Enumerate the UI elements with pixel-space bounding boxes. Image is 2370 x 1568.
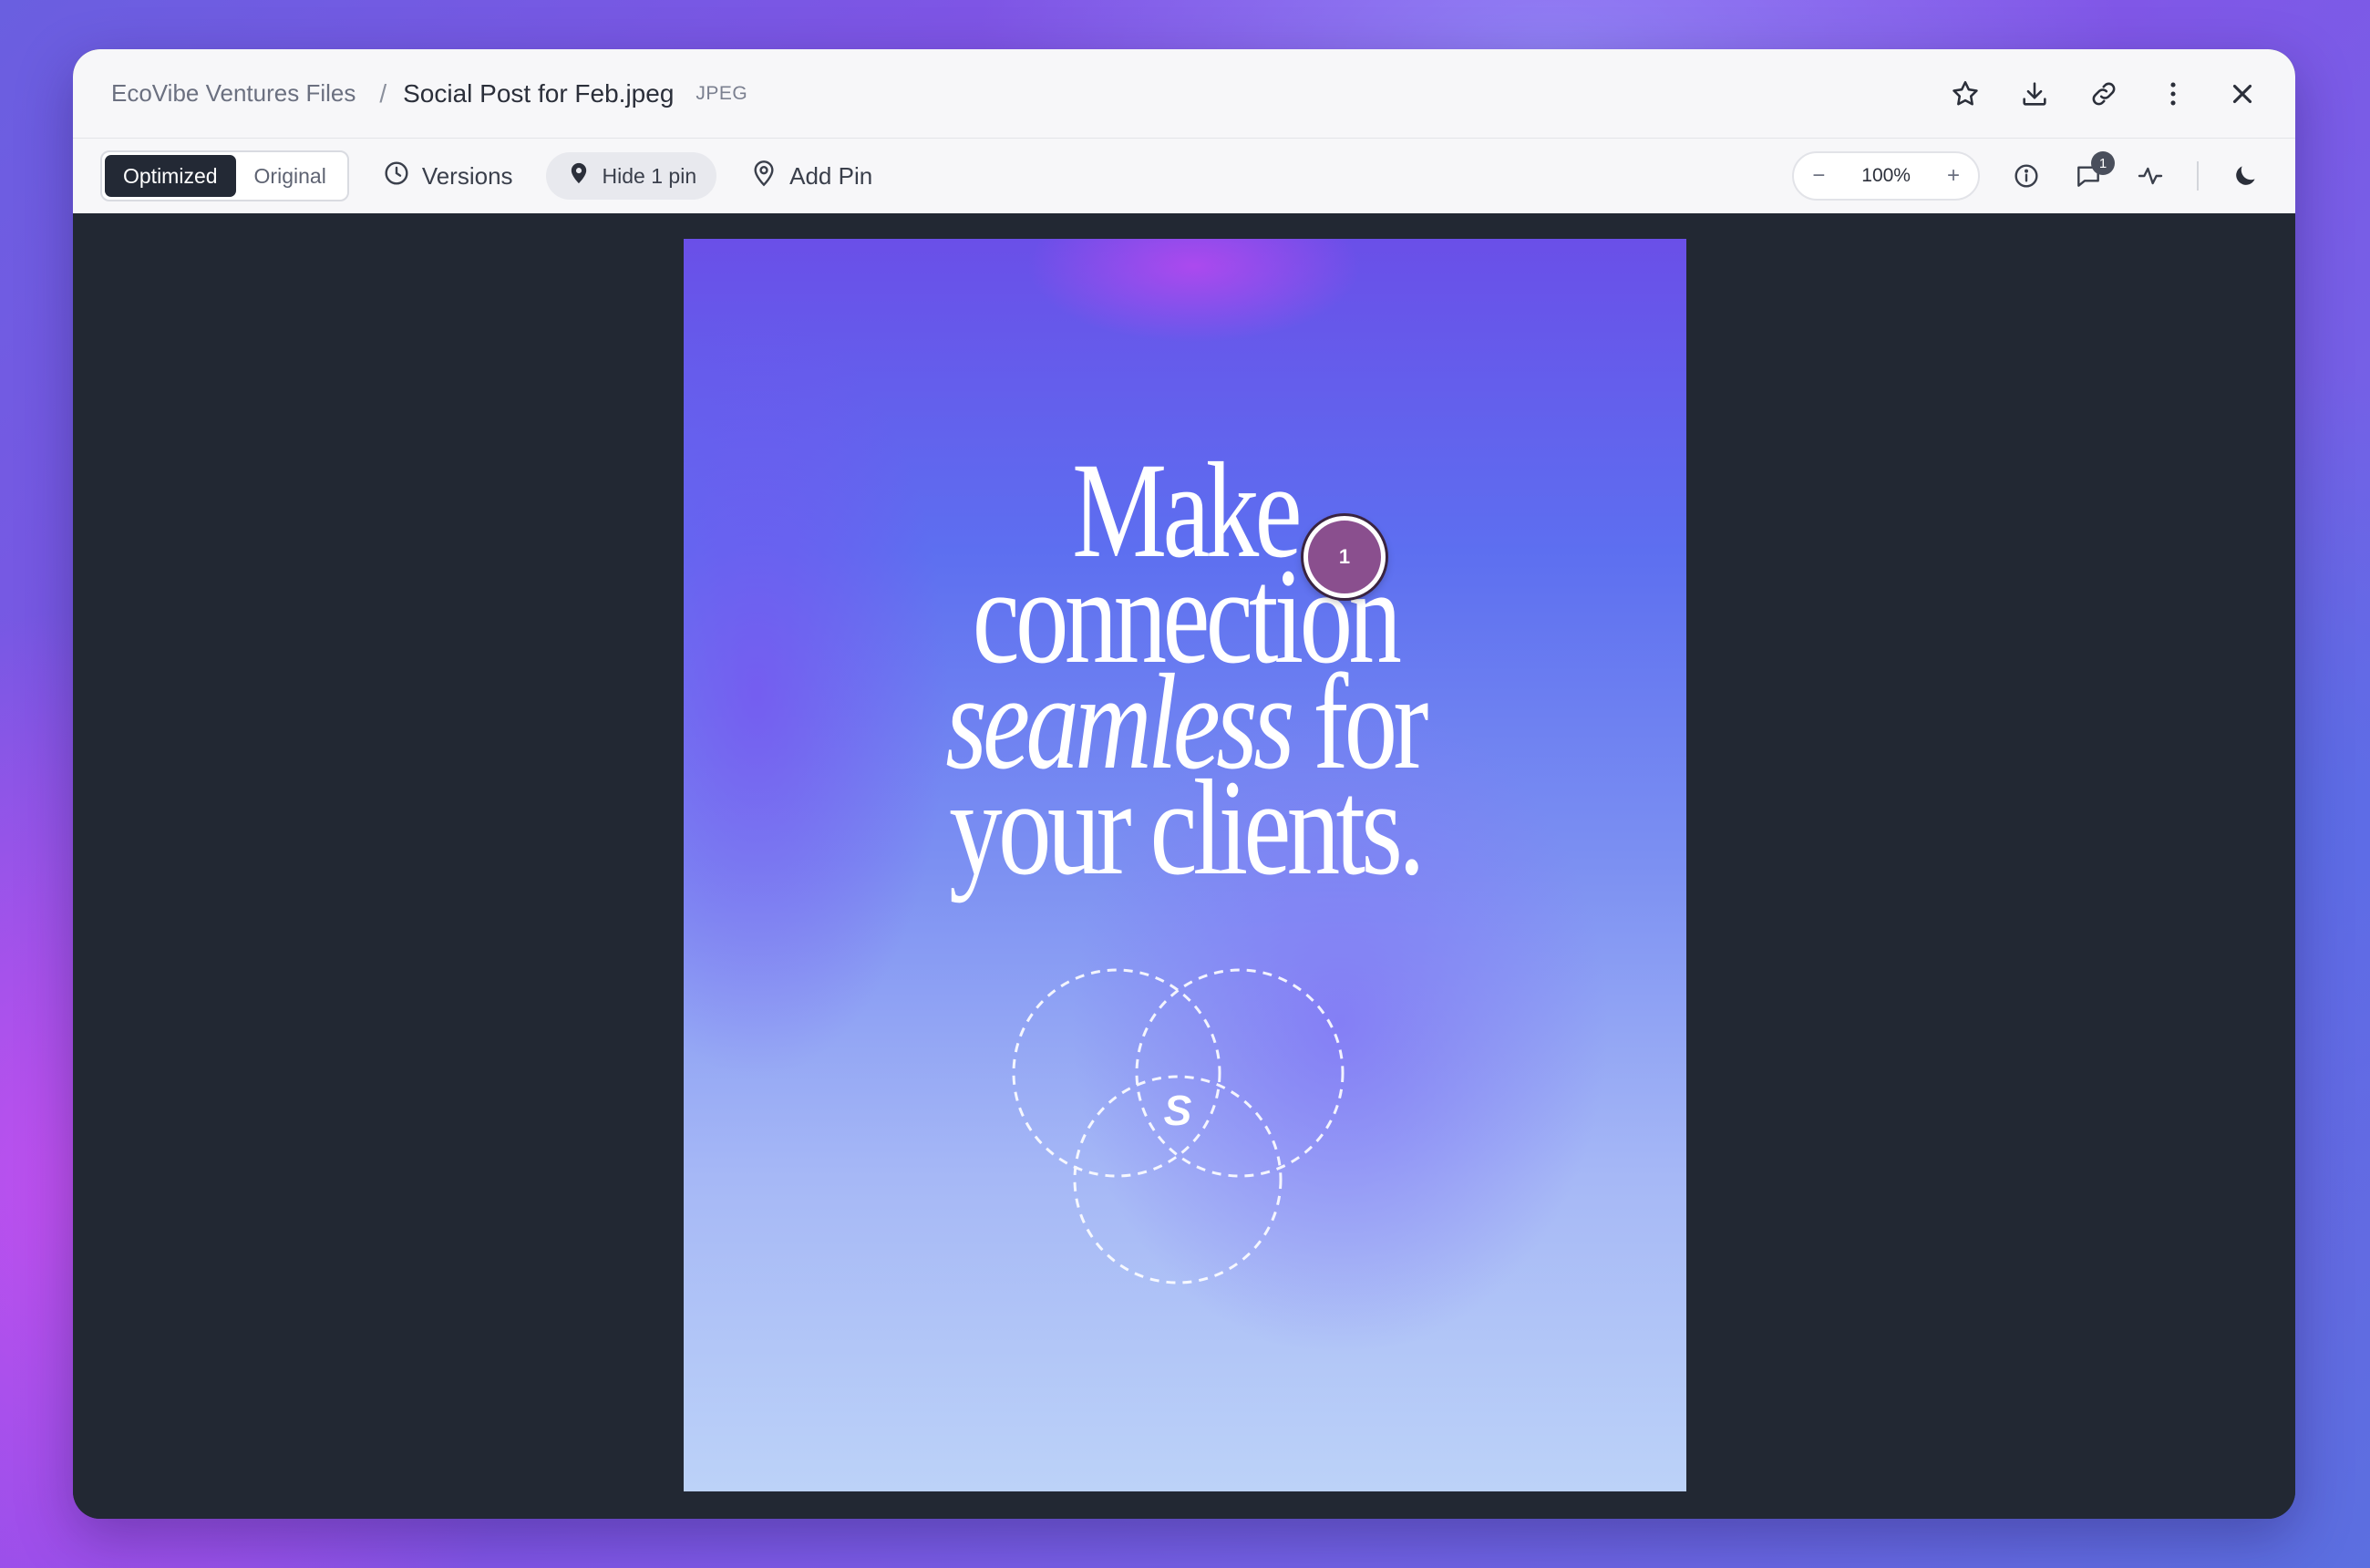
annotation-pin[interactable]: 1	[1304, 516, 1386, 598]
zoom-in-button[interactable]: +	[1947, 163, 1960, 189]
pin-filled-icon	[566, 160, 592, 191]
link-icon[interactable]	[2087, 77, 2120, 110]
artwork-headline: Make connection seamless for your client…	[794, 442, 1576, 903]
clock-icon	[382, 159, 411, 194]
comment-icon[interactable]: 1	[2073, 151, 2115, 191]
view-mode-toggle: Optimized Original	[100, 150, 349, 201]
zoom-control: − 100% +	[1792, 151, 1980, 201]
star-icon[interactable]	[1949, 77, 1982, 110]
moon-icon[interactable]	[2230, 160, 2261, 191]
close-icon[interactable]	[2226, 77, 2259, 110]
versions-button[interactable]: Versions	[382, 159, 513, 194]
zoom-out-button[interactable]: −	[1812, 163, 1825, 189]
venn-circles-graphic: S	[1012, 968, 1345, 1284]
toolbar-divider	[2197, 161, 2199, 191]
download-icon[interactable]	[2018, 77, 2051, 110]
file-name: Social Post for Feb.jpeg	[403, 78, 675, 108]
comment-count-badge: 1	[2091, 151, 2115, 175]
breadcrumb-root[interactable]: EcoVibe Ventures Files	[111, 79, 356, 108]
title-actions	[1949, 49, 2259, 139]
preview-canvas[interactable]: Make connection seamless for your client…	[73, 213, 2295, 1519]
versions-label: Versions	[421, 161, 513, 190]
breadcrumb-separator: /	[379, 78, 387, 108]
pin-outline-icon	[749, 159, 778, 194]
file-type-badge: JPEG	[696, 82, 748, 104]
hide-pins-button[interactable]: Hide 1 pin	[545, 152, 717, 200]
add-pin-label: Add Pin	[789, 161, 873, 190]
artwork-image[interactable]: Make connection seamless for your client…	[684, 239, 1686, 1491]
more-vertical-icon[interactable]	[2157, 77, 2190, 110]
add-pin-button[interactable]: Add Pin	[749, 159, 872, 194]
original-button[interactable]: Original	[236, 155, 345, 197]
headline-line-4: your clients.	[949, 752, 1425, 903]
activity-icon[interactable]	[2135, 160, 2166, 191]
hide-pins-label: Hide 1 pin	[602, 163, 697, 188]
brand-logo-mark: S	[1164, 1087, 1192, 1134]
toolbar: Optimized Original Versions Hide 1 pin A…	[73, 139, 2295, 213]
zoom-level[interactable]: 100%	[1861, 165, 1911, 187]
title-bar: EcoVibe Ventures Files / Social Post for…	[73, 49, 2295, 139]
file-preview-window: EcoVibe Ventures Files / Social Post for…	[73, 49, 2295, 1519]
optimized-button[interactable]: Optimized	[105, 155, 236, 197]
info-icon[interactable]	[2011, 160, 2042, 191]
toolbar-right: − 100% + 1	[1792, 139, 2261, 213]
